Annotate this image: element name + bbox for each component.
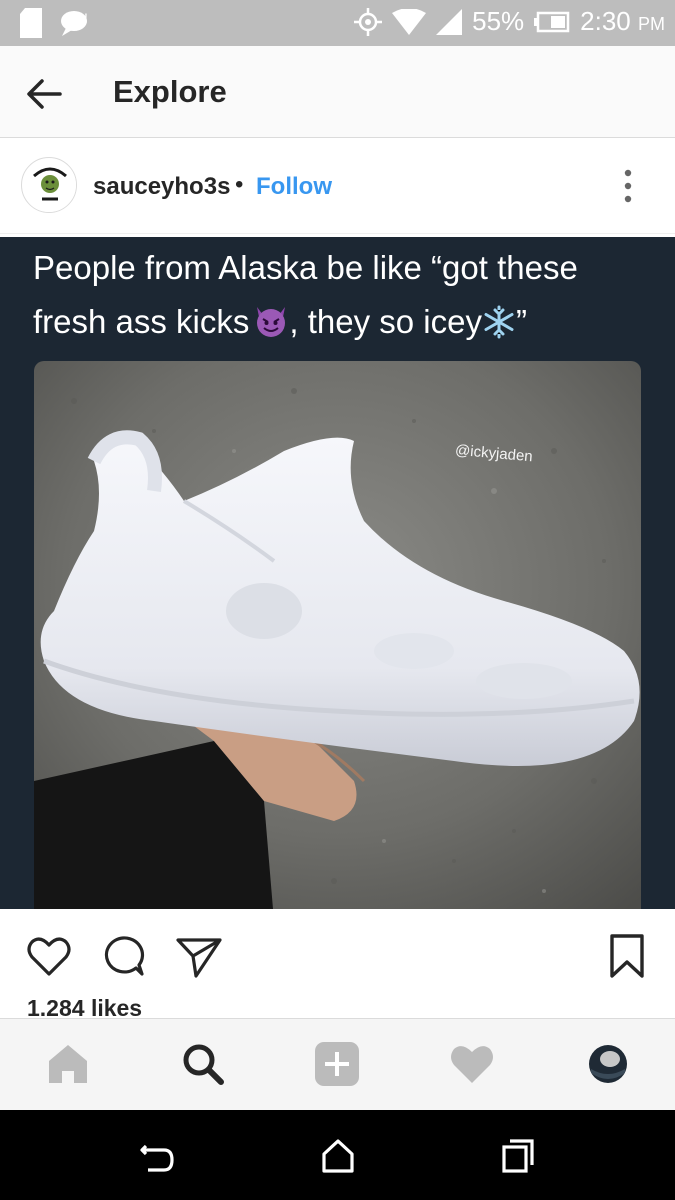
comment-icon [104, 936, 145, 976]
home-icon [49, 1045, 87, 1083]
smiling-devil-icon [257, 307, 286, 337]
meme-caption-line2c: ” [515, 303, 527, 340]
profile-avatar [589, 1045, 627, 1083]
like-button[interactable] [24, 932, 74, 982]
android-nav-bar [0, 1110, 675, 1200]
tab-activity[interactable] [447, 1039, 497, 1089]
status-indicators: 55% 2:30 PM [354, 6, 665, 37]
battery-icon [534, 11, 570, 32]
chat-alert-icon: ! [61, 10, 88, 36]
post-actions [0, 910, 675, 990]
back-button[interactable] [22, 72, 66, 116]
activity-icon [451, 1046, 493, 1083]
status-bar: ! 55% 2:30 PM [0, 0, 675, 46]
bookmark-icon [610, 934, 644, 978]
signal-icon [436, 8, 463, 35]
bottom-tab-bar [0, 1018, 675, 1110]
post-username[interactable]: sauceyho3s [93, 173, 230, 201]
status-notifications: ! [20, 8, 90, 38]
recents-nav-icon [502, 1139, 534, 1173]
search-icon [183, 1044, 224, 1085]
sd-card-icon [20, 8, 42, 38]
share-icon [176, 938, 222, 978]
clock-time: 2:30 [580, 6, 631, 36]
share-button[interactable] [174, 932, 224, 982]
snow-shoe-picture [34, 361, 641, 909]
tab-home[interactable] [43, 1039, 93, 1089]
more-vertical-icon [624, 169, 632, 203]
nav-back-button[interactable] [138, 1136, 178, 1176]
bape-logo-icon [23, 159, 76, 212]
tab-profile[interactable] [583, 1039, 633, 1089]
app-header: Explore [0, 46, 675, 138]
meme-caption: People from Alaska be like “got these fr… [33, 241, 653, 349]
post-header: sauceyho3s • Follow [0, 139, 675, 234]
gps-icon [354, 7, 383, 36]
nav-home-button[interactable] [318, 1136, 358, 1176]
nav-recents-button[interactable] [498, 1136, 538, 1176]
back-arrow-icon [27, 79, 62, 109]
heart-icon [27, 937, 71, 976]
clock: 2:30 PM [580, 6, 665, 37]
username-separator: • [235, 171, 244, 198]
tab-search[interactable] [178, 1039, 228, 1089]
page-title: Explore [113, 74, 227, 109]
follow-button[interactable]: Follow [256, 173, 332, 201]
back-nav-icon [140, 1144, 174, 1172]
home-nav-icon [322, 1139, 354, 1173]
add-icon [315, 1042, 359, 1086]
svg-text:!: ! [84, 10, 88, 26]
meme-caption-line1: People from Alaska be like “got these [33, 249, 578, 286]
shoe-photo [34, 361, 641, 909]
save-button[interactable] [602, 932, 652, 982]
comment-button[interactable] [98, 932, 148, 982]
more-options-button[interactable] [612, 166, 644, 206]
wifi-icon [392, 8, 427, 35]
snowflake-icon [484, 305, 514, 339]
clock-ampm: PM [638, 14, 665, 34]
user-avatar[interactable] [21, 157, 77, 213]
meme-caption-line2b: , they so icey [289, 303, 482, 340]
meme-caption-line2a: fresh ass kicks [33, 303, 250, 340]
post-image[interactable]: People from Alaska be like “got these fr… [0, 237, 675, 909]
battery-percent: 55% [472, 6, 525, 36]
tab-new-post[interactable] [312, 1039, 362, 1089]
